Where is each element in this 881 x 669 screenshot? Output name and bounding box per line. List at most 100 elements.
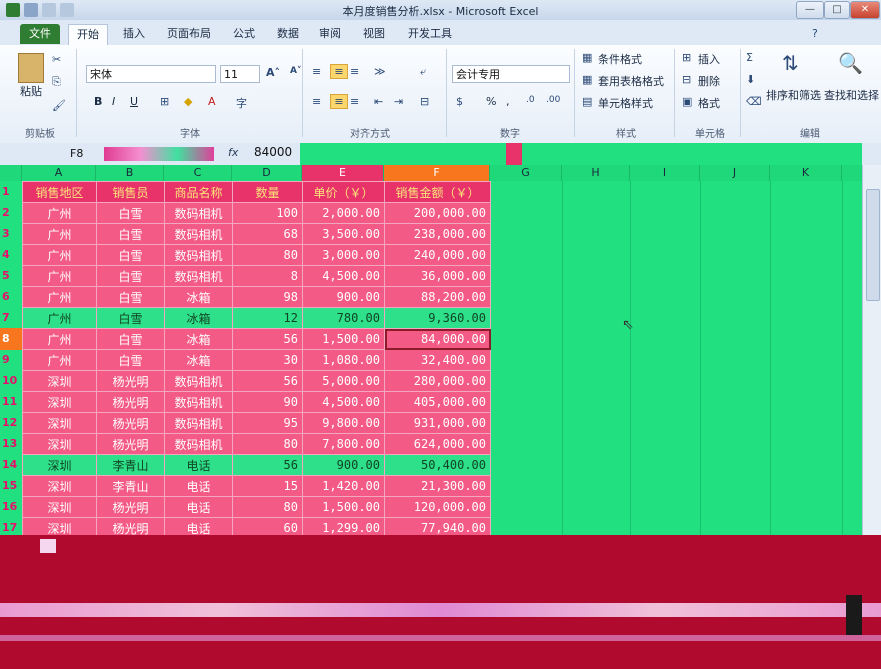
shrink-font-icon[interactable]: A˅ <box>290 66 301 76</box>
table-cell[interactable]: 白雪 <box>96 202 165 224</box>
fill-color-icon[interactable]: ◆ <box>184 95 192 108</box>
table-cell[interactable]: 冰箱 <box>164 328 233 350</box>
row-header[interactable]: 2 <box>0 202 22 224</box>
table-cell[interactable]: 80 <box>232 244 303 266</box>
table-cell[interactable]: 90 <box>232 391 303 413</box>
format-button[interactable]: 格式 <box>698 95 720 111</box>
table-cell[interactable]: 数码相机 <box>164 202 233 224</box>
table-cell[interactable]: 深圳 <box>22 391 97 413</box>
table-cell[interactable]: 1,080.00 <box>302 349 385 371</box>
formula-input[interactable]: 84000 <box>254 145 292 159</box>
table-cell[interactable]: 李青山 <box>96 454 165 476</box>
table-cell[interactable]: 56 <box>232 454 303 476</box>
align-right-icon[interactable]: ≡ <box>350 95 359 108</box>
table-cell[interactable]: 68 <box>232 223 303 245</box>
tab-developer[interactable]: 开发工具 <box>400 24 460 44</box>
cut-icon[interactable]: ✂ <box>52 53 61 66</box>
name-box[interactable]: F8 <box>70 146 104 162</box>
col-header-k[interactable]: K <box>770 165 842 181</box>
table-cell[interactable]: 深圳 <box>22 475 97 497</box>
table-cell[interactable]: 84,000.00 <box>384 328 491 350</box>
select-all-corner[interactable] <box>0 165 22 181</box>
table-cell[interactable]: 数码相机 <box>164 244 233 266</box>
table-cell[interactable]: 白雪 <box>96 244 165 266</box>
table-cell[interactable]: 杨光明 <box>96 370 165 392</box>
table-cell[interactable]: 7,800.00 <box>302 433 385 455</box>
table-cell[interactable]: 98 <box>232 286 303 308</box>
table-cell[interactable]: 56 <box>232 328 303 350</box>
table-cell[interactable]: 3,500.00 <box>302 223 385 245</box>
table-cell[interactable]: 2,000.00 <box>302 202 385 224</box>
align-bottom-icon[interactable]: ≡ <box>350 65 359 78</box>
grow-font-icon[interactable]: A˄ <box>266 66 280 79</box>
table-cell[interactable]: 405,000.00 <box>384 391 491 413</box>
table-cell[interactable]: 21,300.00 <box>384 475 491 497</box>
scrollbar-thumb[interactable] <box>866 189 880 301</box>
table-cell[interactable]: 杨光明 <box>96 412 165 434</box>
align-top-icon[interactable]: ≡ <box>312 65 321 78</box>
table-cell[interactable]: 9,800.00 <box>302 412 385 434</box>
table-cell[interactable]: 白雪 <box>96 265 165 287</box>
table-cell[interactable]: 数码相机 <box>164 391 233 413</box>
help-icon[interactable]: ? <box>812 27 818 40</box>
table-cell[interactable]: 80 <box>232 496 303 518</box>
table-cell[interactable]: 5,000.00 <box>302 370 385 392</box>
font-color-icon[interactable]: A <box>208 95 216 108</box>
table-cell[interactable]: 深圳 <box>22 370 97 392</box>
paste-icon[interactable] <box>18 53 44 83</box>
fill-icon[interactable]: ⬇ <box>746 73 755 86</box>
row-header[interactable]: 4 <box>0 244 22 266</box>
font-size-select[interactable]: 11 <box>220 65 260 83</box>
table-cell[interactable]: 120,000.00 <box>384 496 491 518</box>
table-cell[interactable]: 4,500.00 <box>302 391 385 413</box>
table-cell[interactable]: 白雪 <box>96 286 165 308</box>
table-cell[interactable]: 深圳 <box>22 433 97 455</box>
decrease-indent-icon[interactable]: ⇤ <box>374 95 383 108</box>
row-header[interactable]: 10 <box>0 370 22 392</box>
col-header-a[interactable]: A <box>22 165 96 181</box>
table-cell[interactable]: 冰箱 <box>164 349 233 371</box>
row-header[interactable]: 12 <box>0 412 22 434</box>
table-cell[interactable]: 240,000.00 <box>384 244 491 266</box>
table-cell[interactable]: 50,400.00 <box>384 454 491 476</box>
table-cell[interactable]: 数码相机 <box>164 412 233 434</box>
align-middle-icon[interactable]: ≡ <box>330 64 348 79</box>
table-cell[interactable]: 32,400.00 <box>384 349 491 371</box>
table-cell[interactable]: 36,000.00 <box>384 265 491 287</box>
paste-button[interactable]: 粘贴 <box>20 83 42 99</box>
col-header-i[interactable]: I <box>630 165 700 181</box>
table-cell[interactable]: 280,000.00 <box>384 370 491 392</box>
tab-file[interactable]: 文件 <box>20 24 60 44</box>
increase-indent-icon[interactable]: ⇥ <box>394 95 403 108</box>
vertical-scrollbar[interactable] <box>862 165 881 535</box>
table-cell[interactable]: 1,500.00 <box>302 496 385 518</box>
tab-page-layout[interactable]: 页面布局 <box>162 24 216 44</box>
column-header-cell[interactable]: 单价（￥） <box>302 181 385 203</box>
table-cell[interactable]: 1,500.00 <box>302 328 385 350</box>
table-cell[interactable]: 深圳 <box>22 412 97 434</box>
wrap-text-icon[interactable]: ⤶ <box>420 65 426 79</box>
borders-icon[interactable]: ⊞ <box>160 95 169 108</box>
table-cell[interactable]: 9,360.00 <box>384 307 491 329</box>
currency-icon[interactable]: $ <box>456 95 463 108</box>
minimize-button[interactable]: — <box>796 1 824 19</box>
table-cell[interactable]: 白雪 <box>96 349 165 371</box>
table-cell[interactable]: 广州 <box>22 244 97 266</box>
col-header-h[interactable]: H <box>562 165 630 181</box>
table-cell[interactable]: 广州 <box>22 286 97 308</box>
format-painter-icon[interactable]: 🖌 <box>52 99 66 112</box>
row-header[interactable]: 14 <box>0 454 22 476</box>
table-cell[interactable]: 1,420.00 <box>302 475 385 497</box>
row-header[interactable]: 8 <box>0 328 22 350</box>
row-header[interactable]: 1 <box>0 181 22 203</box>
table-cell[interactable]: 931,000.00 <box>384 412 491 434</box>
table-cell[interactable]: 电话 <box>164 454 233 476</box>
increase-decimal-icon[interactable]: .0 <box>526 95 535 105</box>
col-header-f[interactable]: F <box>384 165 490 181</box>
table-format-button[interactable]: 套用表格格式 <box>598 73 664 89</box>
table-cell[interactable]: 30 <box>232 349 303 371</box>
table-cell[interactable]: 白雪 <box>96 223 165 245</box>
merge-center-icon[interactable]: ⊟ <box>420 95 429 108</box>
table-cell[interactable]: 杨光明 <box>96 433 165 455</box>
table-cell[interactable]: 广州 <box>22 307 97 329</box>
